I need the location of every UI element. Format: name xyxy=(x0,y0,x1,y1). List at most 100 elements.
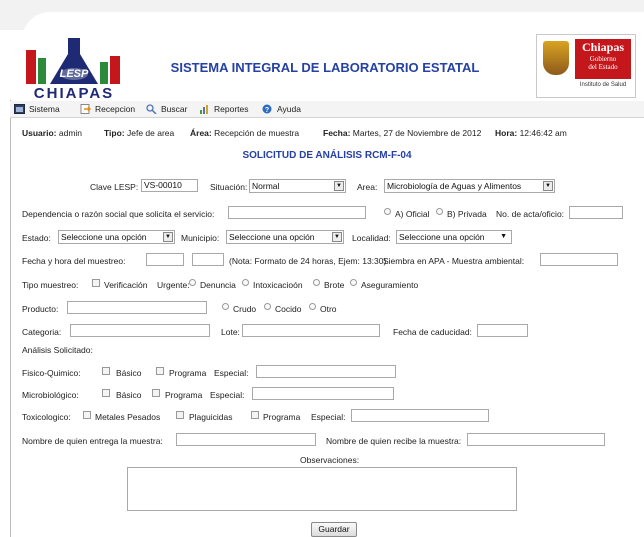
brote-radio[interactable] xyxy=(313,279,320,286)
chart-icon xyxy=(199,104,210,114)
fisico-programa-label: Programa xyxy=(169,368,207,378)
fecha-muestreo-label: Fecha y hora del muestreo: xyxy=(22,256,126,266)
micro-programa-checkbox[interactable] xyxy=(152,389,160,397)
municipio-select[interactable]: Seleccione una opción ▼ xyxy=(226,230,344,244)
aseguramiento-radio[interactable] xyxy=(350,279,357,286)
menu-item-sistema[interactable]: Sistema xyxy=(14,103,60,115)
localidad-label: Localidad: xyxy=(352,233,391,243)
aseguramiento-label: Aseguramiento xyxy=(361,280,419,290)
otro-label: Otro xyxy=(320,304,337,314)
entrega-label: Nombre de quien entrega la muestra: xyxy=(22,436,163,446)
svg-text:?: ? xyxy=(265,107,269,114)
intoxicacion-label: Intoxicacioón xyxy=(253,280,303,290)
estado-select[interactable]: Seleccione una opción ▼ xyxy=(58,230,175,244)
oficial-label: A) Oficial xyxy=(395,209,430,219)
lote-input[interactable] xyxy=(242,324,380,337)
categoria-label: Categoria: xyxy=(22,327,62,337)
tipo-info: Tipo: Jefe de area xyxy=(104,128,175,138)
situacion-select[interactable]: Normal ▼ xyxy=(249,179,346,193)
clave-label: Clave LESP: xyxy=(90,182,139,192)
toxico-programa-label: Programa xyxy=(263,412,301,422)
arrow-doc-icon xyxy=(80,104,91,114)
observaciones-textarea[interactable] xyxy=(127,467,517,511)
localidad-select[interactable]: Seleccione una opción ▼ xyxy=(396,230,512,244)
categoria-input[interactable] xyxy=(70,324,210,337)
page-title: SISTEMA INTEGRAL DE LABORATORIO ESTATAL xyxy=(170,60,480,75)
usuario-info: Usuario: admin xyxy=(22,128,83,138)
recibe-input[interactable] xyxy=(467,433,605,446)
nota-label: (Nota: Formato de 24 horas, Ejem: 13:30) xyxy=(229,256,387,266)
menu-item-buscar[interactable]: Buscar xyxy=(146,103,187,115)
plaguicidas-label: Plaguicidas xyxy=(189,412,233,422)
oficial-radio[interactable] xyxy=(384,208,391,215)
denuncia-radio[interactable] xyxy=(189,279,196,286)
siembra-label: Siembra en APA - Muestra ambiental: xyxy=(383,256,525,266)
fisico-basico-checkbox[interactable] xyxy=(102,367,110,375)
crudo-radio[interactable] xyxy=(222,303,229,310)
help-icon: ? xyxy=(262,104,273,114)
fisico-programa-checkbox[interactable] xyxy=(156,367,164,375)
privada-radio[interactable] xyxy=(436,208,443,215)
municipio-label: Municipio: xyxy=(181,233,220,243)
observaciones-label: Observaciones: xyxy=(300,455,360,465)
verificacion-checkbox[interactable] xyxy=(92,279,100,287)
toxico-label: Toxicologico: xyxy=(22,412,71,422)
micro-basico-label: Básico xyxy=(116,390,142,400)
menu-item-recepcion[interactable]: Recepcion xyxy=(80,103,135,115)
siembra-input[interactable] xyxy=(540,253,618,266)
cocido-label: Cocido xyxy=(275,304,302,314)
cocido-radio[interactable] xyxy=(264,303,271,310)
logo-badge: LESP xyxy=(60,68,89,80)
caducidad-input[interactable] xyxy=(477,324,528,337)
dependencia-label: Dependencia o razón social que solicita … xyxy=(22,209,215,219)
fecha-muestreo-input[interactable] xyxy=(146,253,184,266)
hora-muestreo-input[interactable] xyxy=(192,253,224,266)
fisico-especial-input[interactable] xyxy=(256,365,396,378)
intoxicacion-radio[interactable] xyxy=(242,279,249,286)
caducidad-label: Fecha de caducidad: xyxy=(393,327,472,337)
hora-info: Hora: 12:46:42 am xyxy=(495,128,567,138)
entrega-input[interactable] xyxy=(176,433,316,446)
area-select[interactable]: Microbiología de Aguas y Alimentos ▼ xyxy=(384,179,555,193)
coat-of-arms-icon xyxy=(543,41,569,75)
estado-label: Estado: xyxy=(22,233,51,243)
verificacion-label: Verificación xyxy=(104,280,148,290)
fisico-especial-label: Especial: xyxy=(214,368,249,378)
micro-basico-checkbox[interactable] xyxy=(102,389,110,397)
micro-especial-label: Especial: xyxy=(210,390,245,400)
menu-item-reportes[interactable]: Reportes xyxy=(199,103,249,115)
metales-label: Metales Pesados xyxy=(95,412,161,422)
area-info: Área: Recepción de muestra xyxy=(190,128,300,138)
search-icon xyxy=(146,104,157,115)
gobierno-chiapas-logo: Chiapas Gobierno del Estado Instituto de… xyxy=(536,34,636,98)
micro-label: Microbiológico: xyxy=(22,390,79,400)
tipo-muestreo-label: Tipo muestreo: xyxy=(22,280,79,290)
situacion-label: Situación: xyxy=(210,182,248,192)
fecha-info: Fecha: Martes, 27 de Noviembre de 2012 xyxy=(323,128,482,138)
guardar-button[interactable]: Guardar xyxy=(311,522,357,537)
chevron-down-icon: ▼ xyxy=(163,232,173,242)
dependencia-input[interactable] xyxy=(228,206,366,219)
menu-item-ayuda[interactable]: ? Ayuda xyxy=(262,103,301,115)
toxico-programa-checkbox[interactable] xyxy=(251,411,259,419)
clave-lesp-input[interactable]: VS-00010 xyxy=(141,179,198,192)
acta-label: No. de acta/oficio: xyxy=(496,209,565,219)
logo-text: CHIAPAS xyxy=(33,85,115,102)
denuncia-label: Denuncia xyxy=(200,280,236,290)
chevron-down-icon: ▼ xyxy=(334,181,344,191)
urgente-label: Urgente: xyxy=(157,280,190,290)
metales-checkbox[interactable] xyxy=(83,411,91,419)
otro-radio[interactable] xyxy=(309,303,316,310)
plaguicidas-checkbox[interactable] xyxy=(176,411,184,419)
page-border xyxy=(10,100,11,537)
toxico-especial-input[interactable] xyxy=(351,409,489,422)
producto-input[interactable] xyxy=(67,301,207,314)
acta-input[interactable] xyxy=(569,206,623,219)
area-label: Area: xyxy=(357,182,378,192)
micro-especial-input[interactable] xyxy=(252,387,394,400)
fisico-basico-label: Básico xyxy=(116,368,142,378)
privada-label: B) Privada xyxy=(447,209,487,219)
lote-label: Lote: xyxy=(221,327,240,337)
producto-label: Producto: xyxy=(22,304,59,314)
toxico-especial-label: Especial: xyxy=(311,412,346,422)
